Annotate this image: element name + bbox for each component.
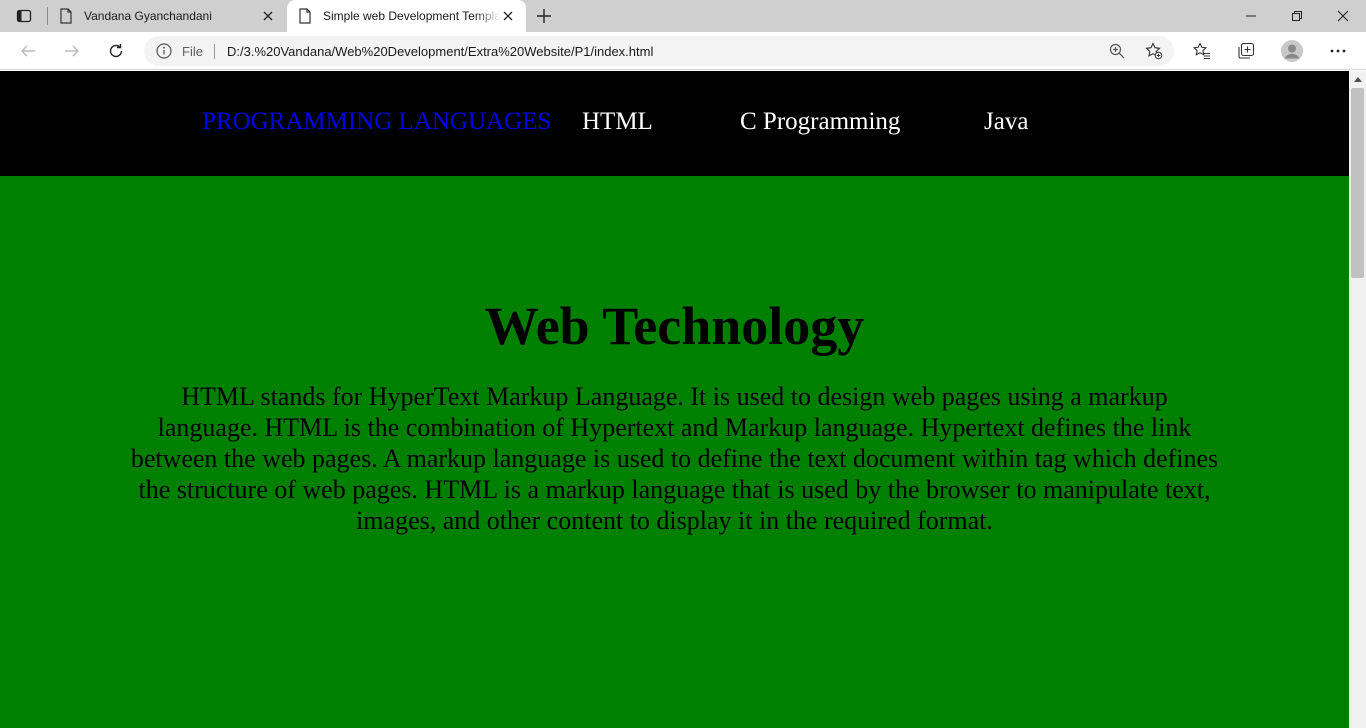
star-add-icon[interactable] <box>1144 42 1164 60</box>
nav-link-c-programming[interactable]: C Programming <box>740 108 900 136</box>
profile-icon[interactable] <box>1277 37 1307 65</box>
restore-icon[interactable] <box>1274 0 1320 32</box>
nav-link-programming-languages[interactable]: PROGRAMMING LANGUAGES <box>202 108 551 136</box>
browser-toolbar: File D:/3.%20Vandana/Web%20Development/E… <box>0 32 1366 70</box>
page-viewport: PROGRAMMING LANGUAGES HTML C Programming… <box>0 71 1349 728</box>
plus-icon[interactable] <box>532 4 556 28</box>
tab-vandana[interactable]: Vandana Gyanchandani <box>48 0 286 32</box>
nav-link-html[interactable]: HTML <box>582 108 653 136</box>
refresh-icon[interactable] <box>101 37 131 65</box>
address-scheme-label: File <box>182 44 203 59</box>
address-url[interactable]: D:/3.%20Vandana/Web%20Development/Extra%… <box>227 44 653 59</box>
tab-title: Simple web Development Template <box>323 9 501 23</box>
close-icon[interactable] <box>500 8 516 24</box>
favorites-icon[interactable] <box>1187 37 1217 65</box>
close-icon[interactable] <box>1320 0 1366 32</box>
page-title: Web Technology <box>484 296 865 356</box>
scroll-up-arrow-icon[interactable] <box>1349 71 1366 88</box>
more-icon[interactable] <box>1323 37 1353 65</box>
minimize-icon[interactable] <box>1228 0 1274 32</box>
info-icon[interactable] <box>156 43 172 64</box>
scroll-thumb[interactable] <box>1351 88 1364 278</box>
nav-link-java[interactable]: Java <box>984 108 1028 136</box>
back-arrow-icon[interactable] <box>13 37 43 65</box>
zoom-icon[interactable] <box>1107 42 1127 60</box>
address-divider <box>214 44 215 59</box>
address-bar[interactable]: File D:/3.%20Vandana/Web%20Development/E… <box>144 36 1174 66</box>
page-icon <box>59 8 73 27</box>
tab-title: Vandana Gyanchandani <box>84 9 212 23</box>
collections-icon[interactable] <box>1231 37 1261 65</box>
intro-paragraph: HTML stands for HyperText Markup Languag… <box>130 382 1219 535</box>
tab-strip: Vandana Gyanchandani Simple web Developm… <box>0 0 1366 32</box>
tab-actions-icon[interactable] <box>8 4 40 28</box>
close-icon[interactable] <box>260 8 276 24</box>
forward-arrow-icon[interactable] <box>57 37 87 65</box>
page-scrollbar[interactable] <box>1349 71 1366 728</box>
tab-simple-web-development[interactable]: Simple web Development Template <box>287 0 526 32</box>
site-navbar: PROGRAMMING LANGUAGES HTML C Programming… <box>0 71 1349 176</box>
page-icon <box>298 8 312 27</box>
